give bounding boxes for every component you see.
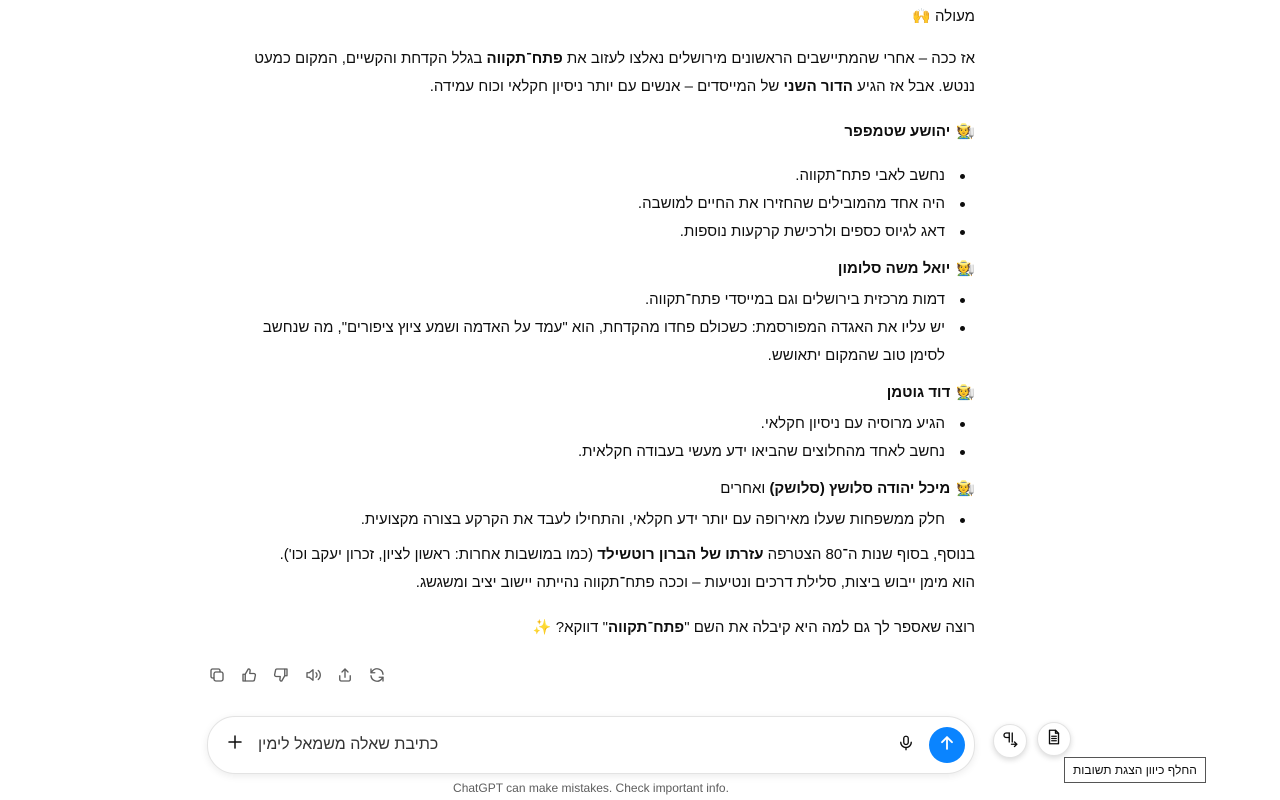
closing-text-1: בנוסף, בסוף שנות ה־80 הצטרפה xyxy=(763,546,975,563)
farmer-emoji: 🧑‍🌾 xyxy=(956,383,975,401)
prompt-input[interactable] xyxy=(258,731,878,759)
bullet-list: נחשב לאבי פתח־תקווה. היה אחד מהמובילים ש… xyxy=(228,162,975,246)
person-name: מיכל יהודה סלושץ (סלושק) xyxy=(769,480,951,497)
list-item: חלק ממשפחות שעלו מאירופה עם יותר ידע חקל… xyxy=(228,506,965,534)
sparkles-emoji: ✨ xyxy=(532,618,552,636)
person-heading-salomon: 🧑‍🌾 יואל משה סלומון xyxy=(838,254,975,283)
bullet-list: הגיע מרוסיה עם ניסיון חקלאי. נחשב לאחד מ… xyxy=(228,410,975,466)
thumbs-down-icon xyxy=(272,666,290,688)
plus-icon xyxy=(226,733,244,755)
list-item: דמות מרכזית בירושלים וגם במייסדי פתח־תקו… xyxy=(228,286,965,314)
person-heading-slouschz: 🧑‍🌾 מיכל יהודה סלושץ (סלושק) ואחרים xyxy=(720,474,975,503)
closing-bold: עזרתו של הברון רוטשילד xyxy=(597,546,764,563)
farmer-emoji: 🧑‍🌾 xyxy=(956,122,975,140)
closing-text-2: (כמו במושבות אחרות: ראשון לציון, זכרון י… xyxy=(279,546,598,563)
question-bold: פתח־תקווה xyxy=(607,619,685,636)
message-actions xyxy=(206,666,388,690)
bullet-list: חלק ממשפחות שעלו מאירופה עם יותר ידע חקל… xyxy=(228,506,975,534)
text-direction-icon xyxy=(1001,730,1019,752)
list-item: היה אחד מהמובילים שהחזירו את החיים למושב… xyxy=(228,190,965,218)
list-item: דאג לגיוס כספים ולרכישת קרקעות נוספות. xyxy=(228,218,965,246)
intro-text-3: של המייסדים – אנשים עם יותר ניסיון חקלאי… xyxy=(429,78,784,95)
regenerate-button[interactable] xyxy=(366,666,388,688)
list-item: נחשב לאחד מהחלוצים שהביאו ידע מעשי בעבוד… xyxy=(228,438,965,466)
disclaimer-footer: ChatGPT can make mistakes. Check importa… xyxy=(453,781,729,795)
message-top-line: מעולה 🙌 xyxy=(912,2,975,31)
toggle-answer-direction-button[interactable] xyxy=(1037,722,1071,756)
bullet-list: דמות מרכזית בירושלים וגם במייסדי פתח־תקו… xyxy=(228,286,975,370)
intro-bold-1: פתח־תקווה xyxy=(486,50,563,67)
good-response-button[interactable] xyxy=(238,666,260,688)
tooltip: החלף כיוון הצגת תשובות xyxy=(1064,757,1206,783)
intro-text-1: אז ככה – אחרי שהמתיישבים הראשונים מירושל… xyxy=(562,50,975,67)
raised-hands-emoji: 🙌 xyxy=(912,7,931,25)
question-text-2: " דווקא? xyxy=(555,619,608,636)
attach-button[interactable] xyxy=(224,733,246,755)
bad-response-button[interactable] xyxy=(270,666,292,688)
farmer-emoji: 🧑‍🌾 xyxy=(956,479,975,497)
list-item: הגיע מרוסיה עם ניסיון חקלאי. xyxy=(228,410,965,438)
person-heading-stampfer: 🧑‍🌾 יהושע שטמפפר xyxy=(844,117,975,146)
person-name: יואל משה סלומון xyxy=(837,260,951,277)
arrow-up-icon xyxy=(937,733,957,757)
thumbs-up-icon xyxy=(240,666,258,688)
follow-up-question: רוצה שאספר לך גם למה היא קיבלה את השם "פ… xyxy=(533,613,975,642)
send-button[interactable] xyxy=(929,727,965,763)
text-direction-button[interactable] xyxy=(993,724,1027,758)
read-aloud-icon xyxy=(304,666,322,688)
person-heading-gutman: 🧑‍🌾 דוד גוטמן xyxy=(887,378,975,407)
question-text-1: רוצה שאספר לך גם למה היא קיבלה את השם " xyxy=(684,619,975,636)
copy-button[interactable] xyxy=(206,666,228,688)
intro-bold-2: הדור השני xyxy=(783,78,853,95)
message-composer xyxy=(207,716,975,774)
read-aloud-button[interactable] xyxy=(302,666,324,688)
list-item: יש עליו את האגדה המפורסמת: כשכולם פחדו מ… xyxy=(228,314,965,370)
regenerate-icon xyxy=(368,666,386,688)
document-icon xyxy=(1045,728,1063,750)
person-name: יהושע שטמפפר xyxy=(844,123,951,140)
share-button[interactable] xyxy=(334,666,356,688)
closing-paragraph: בנוסף, בסוף שנות ה־80 הצטרפה עזרתו של הב… xyxy=(228,541,975,597)
closing-text-3: הוא מימן ייבוש ביצות, סלילת דרכים ונטיעו… xyxy=(415,574,975,591)
share-icon xyxy=(336,666,354,688)
intro-paragraph: אז ככה – אחרי שהמתיישבים הראשונים מירושל… xyxy=(228,45,975,101)
list-item: נחשב לאבי פתח־תקווה. xyxy=(228,162,965,190)
copy-icon xyxy=(208,666,226,688)
dictate-button[interactable] xyxy=(896,735,916,755)
farmer-emoji: 🧑‍🌾 xyxy=(956,259,975,277)
top-line-text: מעולה xyxy=(935,8,975,25)
person-name: דוד גוטמן xyxy=(886,384,951,401)
microphone-icon xyxy=(897,734,915,756)
person-suffix: ואחרים xyxy=(720,480,770,497)
